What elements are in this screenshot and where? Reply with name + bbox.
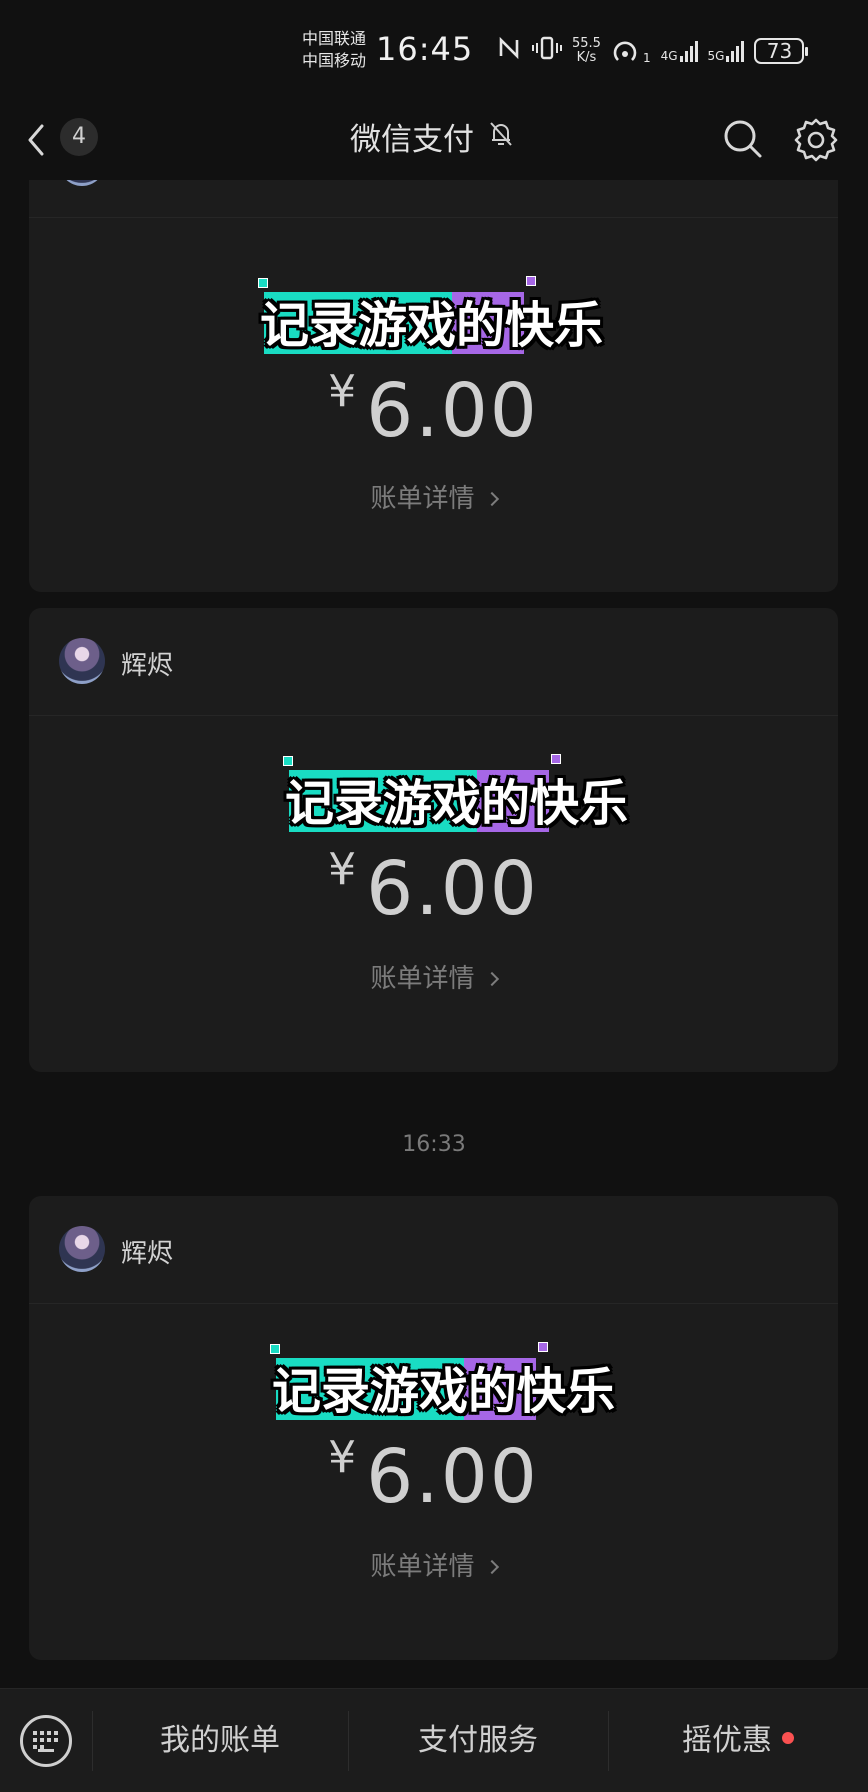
caption-text: 记录游戏的快乐 [272, 1363, 616, 1420]
payment-card-3[interactable]: 辉烬 使用零钱支付 ¥6.00 账单详情 [29, 1196, 838, 1660]
vibrate-icon [532, 35, 562, 67]
payment-amount: ¥6.00 [328, 844, 539, 932]
signal-5g-icon: 5G [708, 40, 745, 62]
menu-payment-services[interactable]: 支付服务 [348, 1719, 608, 1763]
status-bar: 中国联通 中国移动 16:45 55.5 K/s 1 4G 5G 73 [0, 0, 868, 100]
net-speed: 55.5 K/s [572, 36, 601, 65]
caption-text: 记录游戏的快乐 [260, 297, 604, 354]
nfc-icon [496, 35, 522, 67]
keyboard-icon [33, 1731, 59, 1749]
carrier-1: 中国联通 [302, 29, 367, 48]
signal-4g-icon: 4G [661, 40, 698, 62]
payment-card-2[interactable]: 辉烬 使用零钱支付 ¥6.00 账单详情 [29, 608, 838, 1072]
bill-detail-link[interactable]: 账单详情 [29, 478, 838, 515]
card-header: 辉烬 [29, 1196, 838, 1304]
search-button[interactable] [718, 114, 766, 162]
unread-count-badge: 4 [60, 118, 98, 156]
status-icons: 55.5 K/s 1 4G 5G 73 [496, 34, 809, 68]
notification-dot [782, 1732, 794, 1744]
bottom-menu-bar: 我的账单 支付服务 摇优惠 [0, 1688, 868, 1792]
nav-bar: 4 微信支付 [0, 100, 868, 180]
settings-button[interactable] [792, 114, 840, 162]
chevron-right-icon [484, 1559, 499, 1575]
payment-amount: ¥6.00 [328, 1432, 539, 1520]
gear-icon [794, 118, 838, 162]
sender-name: 辉烬 [121, 651, 174, 681]
menu-my-bills[interactable]: 我的账单 [92, 1719, 348, 1763]
keyboard-toggle-button[interactable] [20, 1715, 72, 1767]
page-title: 微信支付 [350, 121, 474, 158]
avatar [59, 1226, 105, 1272]
menu-shake-offers[interactable]: 摇优惠 [608, 1719, 868, 1763]
overlay-caption: 记录游戏的快乐 [270, 1342, 622, 1422]
caption-text: 记录游戏的快乐 [285, 775, 629, 832]
bill-detail-link[interactable]: 账单详情 [29, 958, 838, 995]
carrier-info: 中国联通 中国移动 [302, 28, 366, 72]
bill-detail-link[interactable]: 账单详情 [29, 1546, 838, 1583]
avatar [59, 638, 105, 684]
overlay-caption: 记录游戏的快乐 [258, 276, 610, 356]
mute-bell-icon [488, 120, 514, 152]
payment-amount: ¥6.00 [328, 366, 539, 454]
chevron-right-icon [484, 491, 499, 507]
search-icon [724, 120, 762, 158]
chevron-left-icon [28, 124, 44, 156]
carrier-2: 中国移动 [302, 51, 367, 70]
sender-name: 辉烬 [121, 1239, 174, 1269]
back-button[interactable] [22, 118, 62, 162]
overlay-caption: 记录游戏的快乐 [283, 754, 635, 834]
message-timestamp: 16:33 [402, 1132, 466, 1157]
card-header: 辉烬 [29, 608, 838, 716]
battery-icon: 73 [754, 38, 809, 64]
page-title-group: 微信支付 [350, 114, 514, 158]
status-time: 16:45 [376, 30, 474, 68]
chevron-right-icon [484, 971, 499, 987]
hotspot-icon: 1 [611, 38, 651, 64]
